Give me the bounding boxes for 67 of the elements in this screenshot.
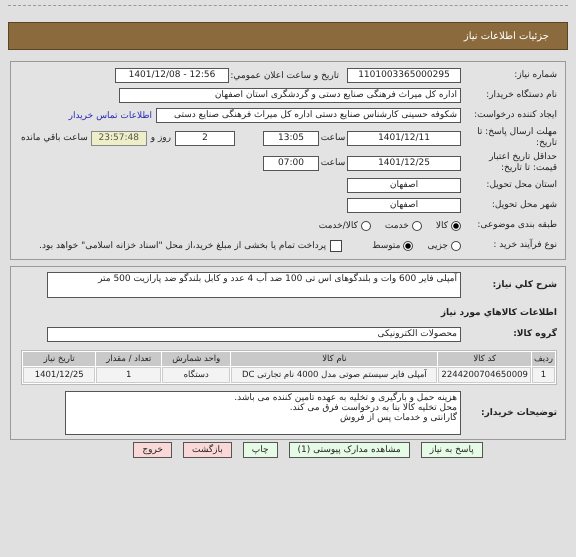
field-label: شماره نیاز: — [513, 70, 558, 81]
page-title: جزئیات اطلاعات نیاز — [464, 30, 549, 42]
description-box[interactable]: آمپلی فایر 600 وات و بلندگوهای اس تی 100 ضد آب 4 عدد و کابل بلندگو ضد پارازیت 500 متر — [47, 272, 461, 298]
days-label: روز و — [150, 133, 171, 143]
column-header: کد کالا — [438, 352, 531, 366]
buyer-field[interactable]: اداره کل میراث فرهنگی صنایع دستی و گردشگری استان اصفهان — [119, 88, 461, 103]
notes-box[interactable]: هزینه حمل و بارگیری و تخلیه به عهده تامین کننده می باشد. محل تخلیه کالا بنا به درخواست فرق می کند. گارانتی و خدمات پس از فروش — [65, 391, 461, 435]
option-label: متوسط — [372, 240, 400, 250]
table-cell: 1 — [532, 367, 555, 383]
field-label: توضیحات خریدار: — [480, 408, 558, 418]
field-label: مهلت ارسال پاسخ: تا تاریخ: — [476, 127, 558, 149]
validity-time-field[interactable]: 07:00 — [263, 156, 319, 170]
column-header: واحد شمارش — [162, 352, 230, 366]
checkbox[interactable] — [330, 240, 342, 252]
note-text: هزینه حمل و بارگیری و تخلیه به عهده تامین کننده می باشد. — [233, 393, 457, 403]
option-label: کالا/خدمت — [318, 220, 358, 230]
field-label: حداقل تاریخ اعتبار قیمت: تا تاریخ: — [488, 152, 558, 174]
buyer-contact-link[interactable]: اطلاعات تماس خریدار — [68, 110, 152, 120]
column-header: تاریخ نیاز — [23, 352, 96, 366]
field-label: نام دستگاه خریدار: — [485, 90, 558, 101]
field-label: تاریخ و ساعت اعلان عمومي: — [233, 70, 339, 80]
deadline-time-field[interactable]: 13:05 — [263, 130, 319, 146]
creator-field[interactable]: شکوفه حسینی کارشناس صنایع دستی اداره کل میراث فرهنگی صنایع دستی — [156, 108, 461, 123]
checkbox-label: پرداخت تمام یا بخشی از مبلغ خرید،از محل "اسناد خزانه اسلامی" خواهد بود. — [39, 240, 326, 250]
table-cell: 1 — [96, 367, 161, 383]
field-label: گروه کالا: — [512, 329, 558, 340]
days-field[interactable]: 2 — [175, 130, 235, 146]
table-cell: 2244200704650009 — [438, 367, 531, 383]
option-label: کالا — [436, 220, 448, 230]
option-label: خدمت — [384, 220, 409, 230]
action-button[interactable]: مشاهده مدارک پیوستی (1) — [288, 442, 410, 458]
action-button[interactable]: چاپ — [242, 442, 278, 458]
city-field[interactable]: اصفهان — [347, 198, 461, 213]
need-number-field[interactable]: 1101003365000295 — [347, 68, 461, 83]
option-label: جزیی — [427, 240, 448, 250]
table-cell: آمپلی فایر سیستم صوتی مدل 4000 نام تجارتی DC — [231, 367, 438, 383]
column-header: نام کالا — [231, 352, 438, 366]
goods-group-field[interactable]: محصولات الکترونیکی — [47, 327, 461, 342]
radio-button[interactable] — [451, 240, 461, 250]
column-header: ردیف — [532, 352, 555, 366]
remaining-time-field: 23:57:48 — [90, 130, 147, 146]
time-label: ساعت — [320, 158, 346, 168]
time-label: ساعت — [320, 133, 346, 143]
action-button[interactable]: بازگشت — [183, 442, 232, 458]
column-header: تعداد / مقدار — [96, 352, 161, 366]
radio-button[interactable] — [412, 220, 422, 230]
table-cell: دستگاه — [162, 367, 230, 383]
validity-date-field[interactable]: 1401/12/25 — [347, 156, 461, 170]
field-label: طبقه بندی موضوعی: — [476, 220, 558, 231]
remaining-label: ساعت باقي مانده — [20, 133, 88, 143]
deadline-date-field[interactable]: 1401/12/11 — [347, 130, 461, 146]
action-button[interactable]: پاسخ به نیاز — [420, 442, 483, 458]
field-label: ایجاد کننده درخواست: — [473, 110, 558, 121]
note-text: محل تخلیه کالا بنا به درخواست فرق می کند. — [288, 403, 457, 413]
note-text: گارانتی و خدمات پس از فروش — [339, 413, 457, 423]
field-label: شهر محل تحویل: — [490, 200, 558, 211]
announce-date-field[interactable]: 1401/12/08 - 12:56 — [115, 68, 229, 83]
radio-button[interactable] — [360, 220, 371, 230]
radio-button[interactable] — [451, 220, 461, 230]
table-cell: 1401/12/25 — [23, 367, 96, 383]
radio-button[interactable] — [403, 240, 414, 250]
province-field[interactable]: اصفهان — [347, 178, 461, 193]
action-button[interactable]: خروج — [133, 442, 172, 458]
section-heading: اطلاعات کالاهاي مورد نیاز — [440, 307, 558, 320]
field-label: استان محل تحویل: — [485, 180, 558, 191]
field-label: نوع فرآیند خرید : — [492, 240, 558, 251]
field-label: شرح کلي نیاز: — [492, 279, 558, 291]
